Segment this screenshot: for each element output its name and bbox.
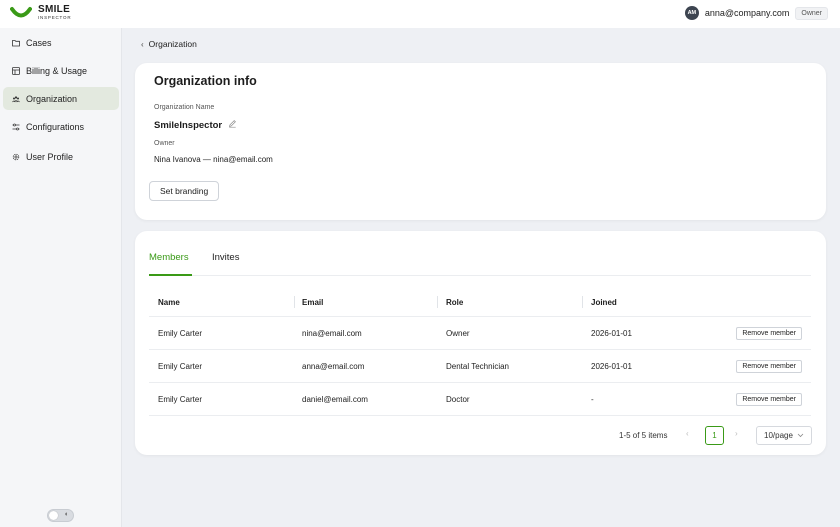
pagination-page-1[interactable]: 1 (705, 426, 724, 445)
member-name: Emily Carter (158, 395, 203, 404)
page-size-value: 10/page (764, 431, 793, 440)
member-role: Doctor (446, 395, 470, 404)
owner-label: Owner (154, 140, 175, 147)
member-name: Emily Carter (158, 329, 203, 338)
set-branding-button[interactable]: Set branding (149, 181, 220, 201)
moon-icon: ◐ (64, 511, 69, 518)
column-divider (294, 296, 295, 308)
app-logo[interactable]: SMILE INSPECTOR (10, 5, 71, 21)
org-name-label: Organization Name (154, 104, 215, 111)
tab-invites[interactable]: Invites (212, 252, 239, 263)
sidebar-item-billing[interactable]: Billing & Usage (3, 59, 119, 82)
member-email: anna@email.com (302, 362, 365, 371)
sidebar-item-label: Cases (26, 37, 52, 48)
pencil-icon[interactable] (228, 119, 237, 131)
chevron-down-icon (797, 431, 804, 440)
pagination-total: 1-5 of 5 items (619, 431, 668, 440)
member-joined: 2026-01-01 (591, 362, 632, 371)
member-email: daniel@email.com (302, 395, 368, 404)
chevron-left-icon[interactable]: ‹ (686, 429, 689, 438)
brand-tagline: INSPECTOR (38, 15, 72, 20)
column-divider (582, 296, 583, 308)
organization-info-card: Organization info Organization Name Smil… (135, 63, 826, 220)
remove-member-button[interactable]: Remove member (736, 393, 802, 406)
owner-value: Nina Ivanova — nina@email.com (154, 155, 273, 164)
user-menu[interactable]: AM anna@company.com Owner (684, 6, 828, 20)
column-divider (437, 296, 438, 308)
member-role: Owner (446, 329, 470, 338)
page-title: Organization info (154, 74, 257, 88)
receipt-icon (12, 66, 20, 75)
breadcrumb-current: Organization (148, 39, 197, 49)
member-email: nina@email.com (302, 329, 362, 338)
members-table-header: Name Email Role Joined (149, 287, 811, 317)
member-role: Dental Technician (446, 362, 510, 371)
member-name: Emily Carter (158, 362, 203, 371)
gear-icon (12, 153, 20, 161)
sidebar-item-user-profile[interactable]: User Profile (3, 145, 119, 168)
sidebar-item-cases[interactable]: Cases (3, 31, 119, 54)
table-row: Emily Carter daniel@email.com Doctor - R… (149, 383, 811, 416)
sidebar-item-configurations[interactable]: Configurations (3, 115, 119, 138)
members-card: Members Invites Name Email Role Joined E… (135, 231, 826, 455)
theme-toggle[interactable]: ◐ (47, 509, 74, 522)
sidebar-item-label: Billing & Usage (26, 65, 88, 76)
sidebar-item-label: User Profile (26, 151, 74, 162)
smile-logo-icon (10, 6, 32, 18)
tab-members[interactable]: Members (149, 252, 189, 263)
chevron-left-icon[interactable]: ‹ (141, 40, 144, 49)
team-icon (12, 95, 20, 103)
sidebar: Cases Billing & Usage Organization Confi… (0, 28, 122, 527)
breadcrumb: ‹ Organization (141, 39, 197, 49)
sidebar-item-label: Configurations (26, 121, 85, 132)
toggle-knob (49, 511, 58, 520)
tab-divider (149, 275, 811, 276)
page-size-select[interactable]: 10/page (756, 426, 812, 445)
folder-icon (12, 39, 20, 47)
column-header-role[interactable]: Role (446, 287, 463, 317)
remove-member-button[interactable]: Remove member (736, 360, 802, 373)
sliders-icon (12, 123, 20, 131)
table-row: Emily Carter nina@email.com Owner 2026-0… (149, 317, 811, 350)
column-header-joined[interactable]: Joined (591, 287, 617, 317)
sidebar-item-label: Organization (26, 93, 78, 104)
column-header-email[interactable]: Email (302, 287, 323, 317)
role-badge: Owner (795, 6, 828, 20)
member-joined: - (591, 395, 594, 404)
table-row: Emily Carter anna@email.com Dental Techn… (149, 350, 811, 383)
avatar[interactable]: AM (684, 6, 699, 20)
top-bar: SMILE INSPECTOR AM anna@company.com Owne… (0, 0, 840, 28)
remove-member-button[interactable]: Remove member (736, 327, 802, 340)
sidebar-item-organization[interactable]: Organization (3, 87, 119, 110)
member-joined: 2026-01-01 (591, 329, 632, 338)
active-tab-indicator (149, 274, 192, 276)
chevron-right-icon[interactable]: › (735, 429, 738, 438)
brand-name: SMILE (38, 4, 71, 15)
user-email[interactable]: anna@company.com (705, 8, 790, 18)
org-name-value: SmileInspector (154, 119, 223, 131)
org-name-field: SmileInspector (154, 119, 237, 131)
column-header-name[interactable]: Name (158, 287, 180, 317)
